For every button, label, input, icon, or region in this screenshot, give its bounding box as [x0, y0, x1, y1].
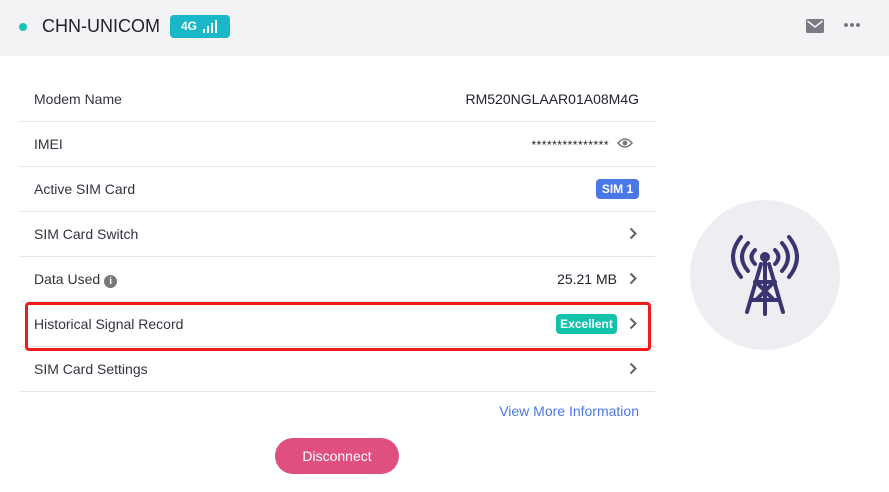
chevron-right-icon[interactable] — [629, 227, 637, 240]
view-more-link[interactable]: View More Information — [499, 403, 639, 419]
modem-info-list: Modem Name RM520NGLAAR01A08M4G IMEI ****… — [19, 77, 655, 392]
imei-value: *************** — [531, 138, 609, 152]
row-imei: IMEI *************** — [19, 122, 655, 167]
signal-quality-badge: Excellent — [556, 314, 617, 334]
signal-record-label: Historical Signal Record — [34, 316, 184, 332]
network-type-badge: 4G — [170, 15, 230, 38]
eye-icon[interactable] — [617, 137, 633, 149]
modem-name-label: Modem Name — [34, 91, 122, 107]
data-used-label: Data Used i — [34, 271, 118, 288]
active-sim-badge: SIM 1 — [596, 179, 639, 199]
row-sim-switch[interactable]: SIM Card Switch — [19, 212, 655, 257]
row-active-sim: Active SIM Card SIM 1 — [19, 167, 655, 212]
row-data-used[interactable]: Data Used i 25.21 MB — [19, 257, 655, 302]
data-used-text: Data Used — [34, 271, 101, 287]
top-bar: CHN-UNICOM 4G — [0, 0, 889, 56]
chevron-right-icon[interactable] — [629, 362, 637, 375]
connection-status-dot — [19, 23, 27, 31]
info-icon[interactable]: i — [104, 275, 118, 288]
tower-illustration — [690, 200, 840, 350]
chevron-right-icon[interactable] — [629, 317, 637, 330]
chevron-right-icon[interactable] — [629, 272, 637, 285]
carrier-name: CHN-UNICOM — [42, 16, 160, 36]
data-used-value: 25.21 MB — [557, 271, 617, 287]
network-type-label: 4G — [181, 19, 198, 33]
more-icon[interactable] — [843, 22, 861, 28]
row-sim-card-settings[interactable]: SIM Card Settings — [19, 347, 655, 392]
active-sim-label: Active SIM Card — [34, 181, 136, 197]
imei-label: IMEI — [34, 136, 63, 152]
mail-icon[interactable] — [806, 19, 824, 33]
modem-name-value: RM520NGLAAR01A08M4G — [465, 91, 639, 107]
signal-tower-icon — [731, 235, 799, 316]
row-historical-signal-record[interactable]: Historical Signal Record Excellent — [19, 302, 655, 347]
signal-bars-icon — [203, 20, 217, 33]
disconnect-button[interactable]: Disconnect — [275, 438, 399, 474]
sim-switch-label: SIM Card Switch — [34, 226, 139, 242]
row-modem-name: Modem Name RM520NGLAAR01A08M4G — [19, 77, 655, 122]
sim-settings-label: SIM Card Settings — [34, 361, 148, 377]
